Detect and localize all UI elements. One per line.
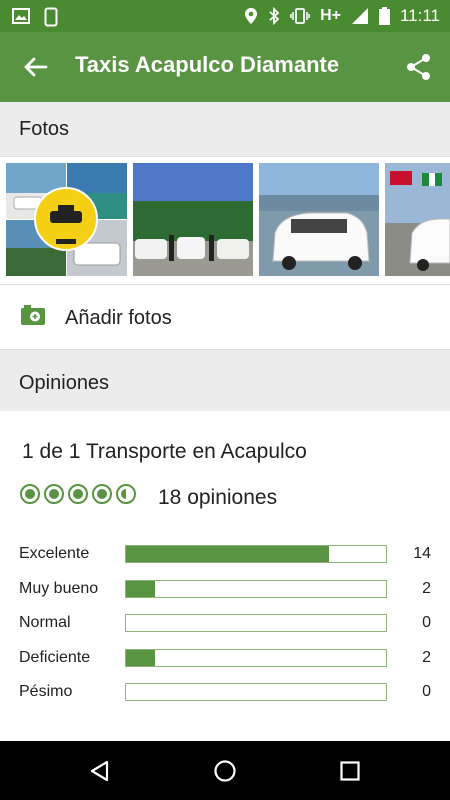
signal-icon [351,8,368,24]
rating-bubble [68,484,88,504]
photo-thumbnail-collage[interactable] [6,163,127,276]
photos-section-header: Fotos [0,102,450,157]
rating-row-label: Muy bueno [19,579,99,597]
add-photos-label: Añadir fotos [65,307,172,329]
rating-row-bar [125,614,387,632]
reviews-count[interactable]: 18 opiniones [158,486,277,510]
rating-row[interactable]: Deficiente 2 [0,644,450,674]
photo-thumbnail-taxi-fleet[interactable] [133,163,253,276]
rating-row[interactable]: Muy bueno 2 [0,575,450,605]
back-arrow-icon[interactable] [20,52,50,82]
rating-row[interactable]: Pésimo 0 [0,678,450,708]
rating-row-bar-fill [126,649,155,666]
rating-bubble [20,484,40,504]
rating-row[interactable]: Normal 0 [0,609,450,639]
rating-bubble-fill [24,488,35,499]
rating-bubble-fill [72,488,83,499]
rating-row-count: 0 [422,614,431,631]
rating-row-count: 2 [422,648,431,666]
location-icon [245,8,258,24]
photo-strip[interactable] [0,157,450,285]
status-bar: H+ 11:11 [0,0,450,32]
ranking-text: 1 de 1 Transporte en Acapulco [22,440,307,463]
phone-notification-icon [44,7,58,27]
rating-row-count: 14 [413,545,431,562]
clock: 11:11 [399,6,440,25]
rating-bubble-fill [120,488,126,499]
rating-row-bar-fill [126,546,329,562]
android-navigation-bar [0,741,450,800]
rating-row-bar [125,648,387,667]
rating-bubble [92,484,112,504]
rating-row-bar-fill [126,580,155,597]
rating-row[interactable]: Excelente 14 [0,540,450,570]
opinions-section-header: Opiniones [0,349,450,413]
rating-bubble-fill [96,488,107,499]
share-icon[interactable] [404,52,434,82]
rating-row-bar [125,545,387,563]
add-photo-camera-icon [21,305,45,325]
battery-icon [378,7,390,25]
rating-bubble [44,484,64,504]
photo-thumbnail-sedan-flags[interactable] [385,163,450,276]
photo-thumbnail-white-sedan[interactable] [259,163,379,276]
gallery-notification-icon [12,8,30,24]
opinions-content: 1 de 1 Transporte en Acapulco 18 opinion… [0,411,450,741]
opinions-section-title: Opiniones [19,372,110,394]
rating-bubble-fill [48,488,59,499]
rating-row-count: 2 [422,579,431,597]
rating-row-bar [125,683,387,701]
rating-row-count: 0 [422,683,431,700]
vibrate-icon [290,8,310,24]
rating-bubble [116,484,136,504]
rating-row-label: Excelente [19,545,90,562]
nav-recents-icon[interactable] [338,759,362,783]
rating-row-label: Deficiente [19,648,91,666]
bluetooth-icon [269,7,280,25]
page-title: Taxis Acapulco Diamante [75,52,340,77]
app-bar: Taxis Acapulco Diamante [0,32,450,102]
rating-row-label: Pésimo [19,683,73,700]
rating-row-bar [125,579,387,598]
nav-back-icon[interactable] [88,759,112,783]
network-type: H+ [320,7,341,24]
add-photos-button[interactable]: Añadir fotos [0,285,450,349]
rating-bubbles [20,484,136,504]
photos-section-title: Fotos [19,118,70,140]
nav-home-icon[interactable] [213,759,237,783]
rating-row-label: Normal [19,614,71,631]
